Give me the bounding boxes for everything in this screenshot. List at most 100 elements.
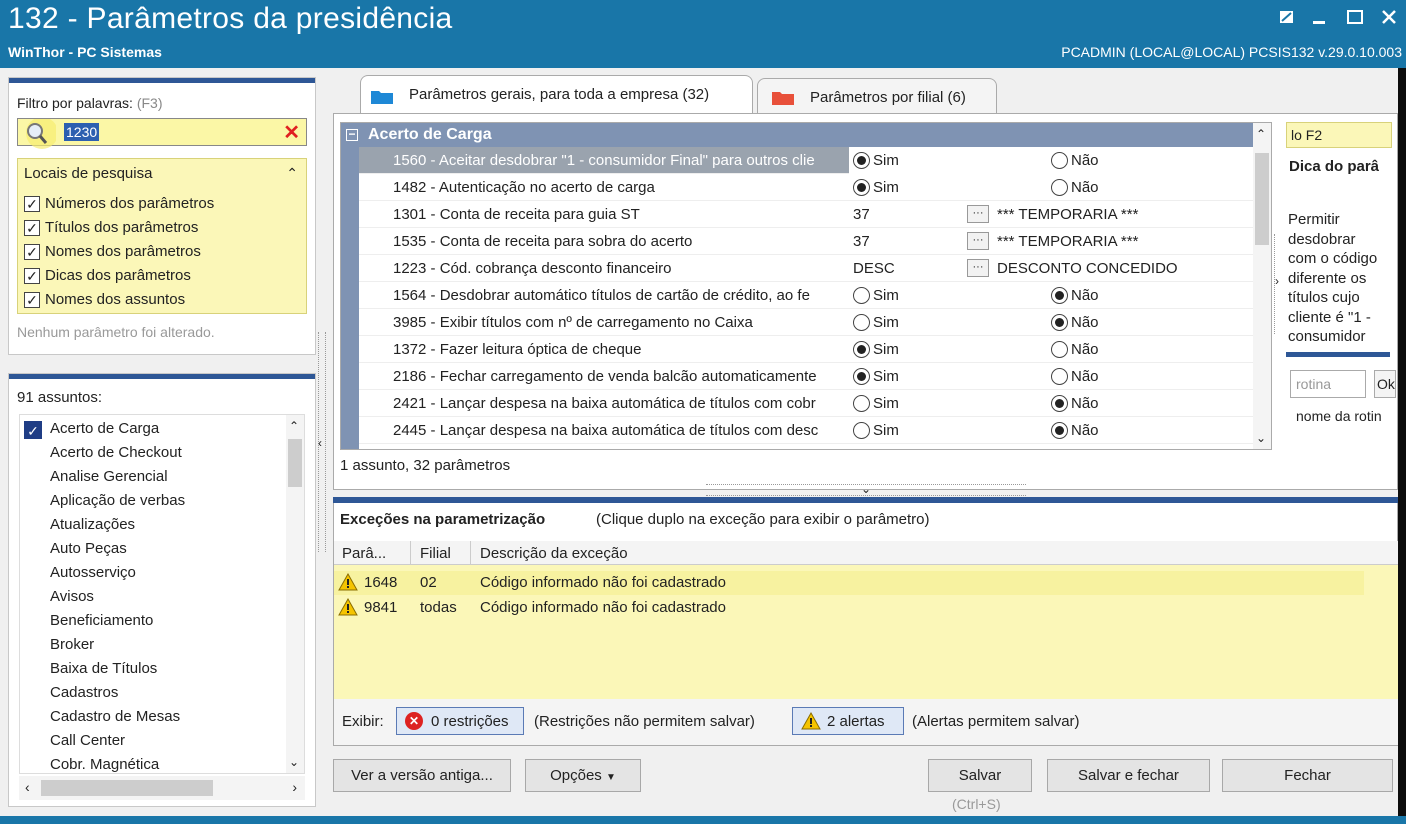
lookup-button[interactable]: ···	[967, 259, 989, 277]
rotina-input[interactable]: rotina	[1290, 370, 1366, 398]
horizontal-scrollbar[interactable]: ‹ ›	[19, 776, 305, 800]
rotina-ok-button[interactable]: Ok	[1374, 370, 1396, 398]
param-value-cell[interactable]: Sim Não	[849, 282, 1255, 309]
option-param-numbers[interactable]: ✓ Números dos parâmetros	[24, 195, 214, 212]
list-item[interactable]: Cadastros	[50, 684, 118, 701]
filter-input[interactable]: 1230 ✕	[17, 117, 307, 149]
save-button[interactable]: Salvar	[928, 759, 1032, 792]
lookup-button[interactable]: ···	[967, 205, 989, 223]
column-header[interactable]: Parâ...	[342, 545, 386, 562]
radio-no[interactable]	[1051, 179, 1068, 196]
list-item[interactable]: Acerto de Checkout	[50, 444, 182, 461]
checkbox-checked-icon[interactable]: ✓	[24, 267, 40, 284]
param-row[interactable]: 1301 - Conta de receita para guia ST 37 ··…	[359, 201, 1255, 228]
param-row[interactable]: 1560 - Aceitar desdobrar "1 - consumidor…	[359, 147, 1255, 174]
scroll-down-icon[interactable]: ⌄	[289, 755, 299, 769]
collapse-left-icon[interactable]: ‹	[318, 436, 322, 450]
param-row[interactable]: 1535 - Conta de receita para sobra do ac…	[359, 228, 1255, 255]
list-item[interactable]: Autosserviço	[50, 564, 136, 581]
list-item[interactable]: Beneficiamento	[50, 612, 153, 629]
radio-no[interactable]	[1051, 152, 1068, 169]
radio-yes[interactable]	[853, 152, 870, 169]
selected-check-icon[interactable]: ✓	[24, 421, 42, 439]
vertical-scrollbar[interactable]: ⌃ ⌄	[1253, 123, 1271, 449]
close-icon[interactable]	[1380, 8, 1398, 26]
list-item[interactable]: Call Center	[50, 732, 125, 749]
scroll-left-icon[interactable]: ‹	[25, 779, 30, 795]
option-param-titles[interactable]: ✓ Títulos dos parâmetros	[24, 219, 198, 236]
param-value-cell[interactable]: Sim Não	[849, 174, 1255, 201]
radio-yes[interactable]	[853, 341, 870, 358]
collapse-group-icon[interactable]: −	[346, 128, 358, 141]
param-value-cell[interactable]: 37 ··· *** TEMPORARIA ***	[849, 201, 1255, 228]
checkbox-checked-icon[interactable]: ✓	[24, 291, 40, 308]
radio-yes[interactable]	[853, 368, 870, 385]
vertical-splitter[interactable]: ‹	[318, 332, 326, 552]
option-subject-names[interactable]: ✓ Nomes dos assuntos	[24, 291, 185, 308]
param-row[interactable]: 2445 - Lançar despesa na baixa automátic…	[359, 417, 1255, 444]
list-item[interactable]: Atualizações	[50, 516, 135, 533]
horizontal-splitter[interactable]: ⌄	[706, 482, 1026, 496]
list-item[interactable]: Auto Peças	[50, 540, 127, 557]
param-value-cell[interactable]: Sim Não	[849, 417, 1255, 444]
param-row[interactable]: 1564 - Desdobrar automático títulos de c…	[359, 282, 1255, 309]
radio-yes[interactable]	[853, 287, 870, 304]
param-value-cell[interactable]: 37 ··· *** TEMPORARIA ***	[849, 228, 1255, 255]
radio-no[interactable]	[1051, 422, 1068, 439]
lookup-code[interactable]: 37	[853, 206, 870, 223]
collapse-icon[interactable]: ⌃	[286, 165, 298, 182]
radio-no[interactable]	[1051, 341, 1068, 358]
old-version-button[interactable]: Ver a versão antiga...	[333, 759, 511, 792]
scroll-up-icon[interactable]: ⌃	[1256, 127, 1266, 141]
radio-no[interactable]	[1051, 287, 1068, 304]
param-value-cell[interactable]: Sim Não	[849, 147, 1255, 174]
lookup-code[interactable]: DESC	[853, 260, 895, 277]
subjects-list[interactable]: ✓ Acerto de Carga Acerto de Checkout Ana…	[19, 414, 305, 774]
option-param-names[interactable]: ✓ Nomes dos parâmetros	[24, 243, 201, 260]
scroll-thumb[interactable]	[41, 780, 213, 796]
alerts-button[interactable]: 2 alertas	[792, 707, 904, 735]
checkbox-checked-icon[interactable]: ✓	[24, 195, 40, 212]
close-button[interactable]: Fechar	[1222, 759, 1393, 792]
tab-general-params[interactable]: Parâmetros gerais, para toda a empresa (…	[360, 75, 753, 115]
scroll-up-icon[interactable]: ⌃	[289, 419, 299, 433]
radio-no[interactable]	[1051, 395, 1068, 412]
list-item[interactable]: Acerto de Carga	[50, 420, 159, 437]
radio-no[interactable]	[1051, 368, 1068, 385]
param-value-cell[interactable]: Sim Não	[849, 390, 1255, 417]
radio-yes[interactable]	[853, 395, 870, 412]
scroll-thumb[interactable]	[1255, 153, 1269, 245]
table-row[interactable]: 1648 02 Código informado não foi cadastr…	[334, 571, 1364, 595]
restore-icon[interactable]	[1278, 8, 1296, 26]
param-row[interactable]: 1223 - Cód. cobrança desconto financeiro…	[359, 255, 1255, 282]
list-item[interactable]: Aplicação de verbas	[50, 492, 185, 509]
param-value-cell[interactable]: Sim Não	[849, 309, 1255, 336]
option-param-hints[interactable]: ✓ Dicas dos parâmetros	[24, 267, 191, 284]
collapse-down-icon[interactable]: ⌄	[861, 482, 871, 496]
scroll-right-icon[interactable]: ›	[292, 779, 297, 795]
list-item[interactable]: Cobr. Magnética	[50, 756, 159, 773]
list-item[interactable]: Broker	[50, 636, 94, 653]
list-item[interactable]: Analise Gerencial	[50, 468, 168, 485]
radio-yes[interactable]	[853, 179, 870, 196]
lookup-button[interactable]: ···	[967, 232, 989, 250]
param-value-cell[interactable]: DESC ··· DESCONTO CONCEDIDO	[849, 255, 1255, 282]
options-button[interactable]: Opções ▼	[525, 759, 641, 792]
radio-yes[interactable]	[853, 422, 870, 439]
lookup-code[interactable]: 37	[853, 233, 870, 250]
tab-branch-params[interactable]: Parâmetros por filial (6)	[757, 78, 997, 114]
checkbox-checked-icon[interactable]: ✓	[24, 243, 40, 260]
save-close-button[interactable]: Salvar e fechar	[1047, 759, 1210, 792]
checkbox-checked-icon[interactable]: ✓	[24, 219, 40, 236]
scroll-down-icon[interactable]: ⌄	[1256, 431, 1266, 445]
param-row[interactable]: 1372 - Fazer leitura óptica de cheque Sim…	[359, 336, 1255, 363]
param-row[interactable]: 3985 - Exibir títulos com nº de carregam…	[359, 309, 1255, 336]
param-value-cell[interactable]: Sim Não	[849, 363, 1255, 390]
radio-yes[interactable]	[853, 314, 870, 331]
hint-search-input[interactable]: lo F2	[1286, 122, 1392, 148]
radio-no[interactable]	[1051, 314, 1068, 331]
param-row[interactable]: 1482 - Autenticação no acerto de carga Si…	[359, 174, 1255, 201]
clear-filter-icon[interactable]: ✕	[283, 120, 300, 145]
hint-splitter[interactable]: ›	[1274, 234, 1284, 334]
list-item[interactable]: Avisos	[50, 588, 94, 605]
